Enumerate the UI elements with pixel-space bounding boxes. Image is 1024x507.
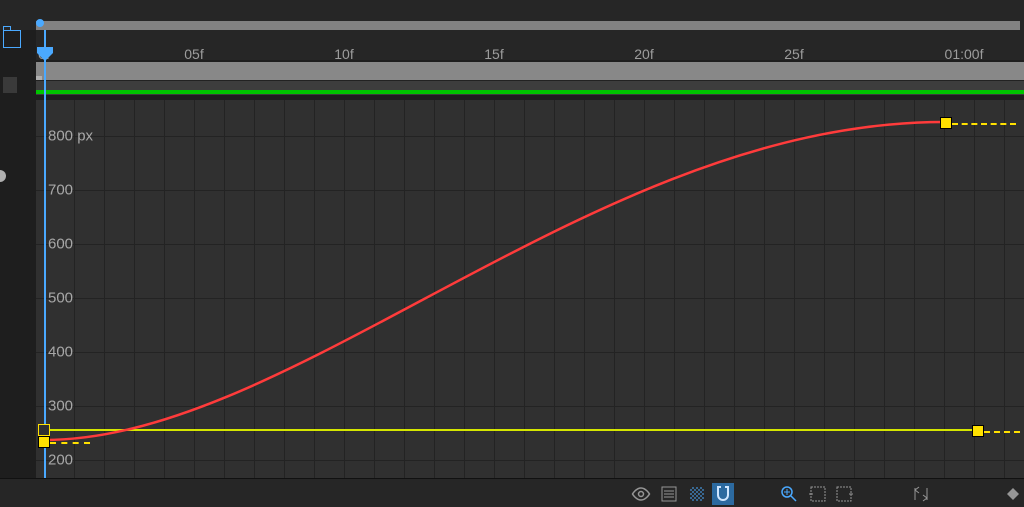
- grid-hline: [36, 460, 1024, 461]
- keyframe-end-bottom[interactable]: [972, 425, 984, 437]
- tangent-handle-end-top[interactable]: [952, 123, 1016, 125]
- ruler-label: 05f: [184, 46, 203, 62]
- grid-vline: [884, 100, 885, 478]
- grid-vline: [554, 100, 555, 478]
- time-ruler[interactable]: 0f05f10f15f20f25f01:00f: [36, 30, 1024, 60]
- grid-hline: [36, 136, 1024, 137]
- grid-vline: [1004, 100, 1005, 478]
- grid-hline: [36, 190, 1024, 191]
- zoom-fit-icon[interactable]: [778, 483, 800, 505]
- ruler-label: 25f: [784, 46, 803, 62]
- ruler-label: 20f: [634, 46, 653, 62]
- graph-box2-icon[interactable]: [834, 483, 856, 505]
- eye-icon[interactable]: [630, 483, 652, 505]
- y-axis-label: 700: [48, 182, 73, 199]
- graph-box-icon[interactable]: [806, 483, 828, 505]
- grid-vline: [134, 100, 135, 478]
- layer-stub: [3, 77, 17, 93]
- grid-vline: [764, 100, 765, 478]
- diamond-icon[interactable]: [1002, 483, 1024, 505]
- playhead-line[interactable]: [44, 30, 46, 478]
- grid-vline: [164, 100, 165, 478]
- navigator-start-knob[interactable]: [36, 19, 44, 27]
- grid-hline: [36, 352, 1024, 353]
- y-axis-label: 600: [48, 236, 73, 253]
- grid-vline: [704, 100, 705, 478]
- y-axis-label: 300: [48, 398, 73, 415]
- grid-vline: [374, 100, 375, 478]
- navigator-track[interactable]: [36, 21, 1020, 30]
- list-icon[interactable]: [658, 483, 680, 505]
- ruler-label: 15f: [484, 46, 503, 62]
- grid-vline: [194, 100, 195, 478]
- grid-vline: [584, 100, 585, 478]
- grid-vline: [464, 100, 465, 478]
- grid-vline: [974, 100, 975, 478]
- y-axis-label: 200: [48, 452, 73, 469]
- grid-vline: [314, 100, 315, 478]
- keyframe-end-top[interactable]: [940, 117, 952, 129]
- tangent-handle-end-bottom[interactable]: [984, 431, 1020, 433]
- ruler-label: 10f: [334, 46, 353, 62]
- grid-vline: [104, 100, 105, 478]
- grid-vline: [434, 100, 435, 478]
- grid-vline: [254, 100, 255, 478]
- ruler-label: 01:00f: [945, 46, 984, 62]
- graph-editor[interactable]: 800 px 700 600 500 400 300 200: [36, 100, 1024, 478]
- y-axis-label: 800 px: [48, 128, 93, 145]
- grid-hline: [36, 298, 1024, 299]
- cached-frames-bar: [36, 90, 1024, 94]
- grid-vline: [494, 100, 495, 478]
- tangent-handle-start[interactable]: [50, 442, 90, 444]
- grid-vline: [404, 100, 405, 478]
- graph-editor-toolbar: [0, 478, 1024, 507]
- grid-vline: [794, 100, 795, 478]
- grid-icon[interactable]: [686, 483, 708, 505]
- grid-vline: [344, 100, 345, 478]
- magnet-icon[interactable]: [712, 483, 734, 505]
- keyframe-start-hollow[interactable]: [38, 424, 50, 436]
- grid-vline: [224, 100, 225, 478]
- timeline-navigator[interactable]: [0, 0, 1024, 30]
- grid-hline: [36, 244, 1024, 245]
- grid-vline: [284, 100, 285, 478]
- grid-hline: [36, 406, 1024, 407]
- grid-vline: [524, 100, 525, 478]
- y-axis-label: 500: [48, 290, 73, 307]
- grid-vline: [854, 100, 855, 478]
- grid-vline: [824, 100, 825, 478]
- normalize-icon[interactable]: [910, 483, 932, 505]
- grid-vline: [644, 100, 645, 478]
- grid-vline: [944, 100, 945, 478]
- y-axis-label: 400: [48, 344, 73, 361]
- keyframe-start[interactable]: [38, 436, 50, 448]
- grid-vline: [614, 100, 615, 478]
- work-area-bar[interactable]: [36, 62, 1024, 80]
- playhead-indicator[interactable]: [37, 47, 53, 59]
- grid-vline: [734, 100, 735, 478]
- composition-icon: [3, 30, 21, 48]
- panel-indicator-dot: [0, 170, 6, 182]
- grid-vline: [74, 100, 75, 478]
- grid-vline: [914, 100, 915, 478]
- grid-vline: [674, 100, 675, 478]
